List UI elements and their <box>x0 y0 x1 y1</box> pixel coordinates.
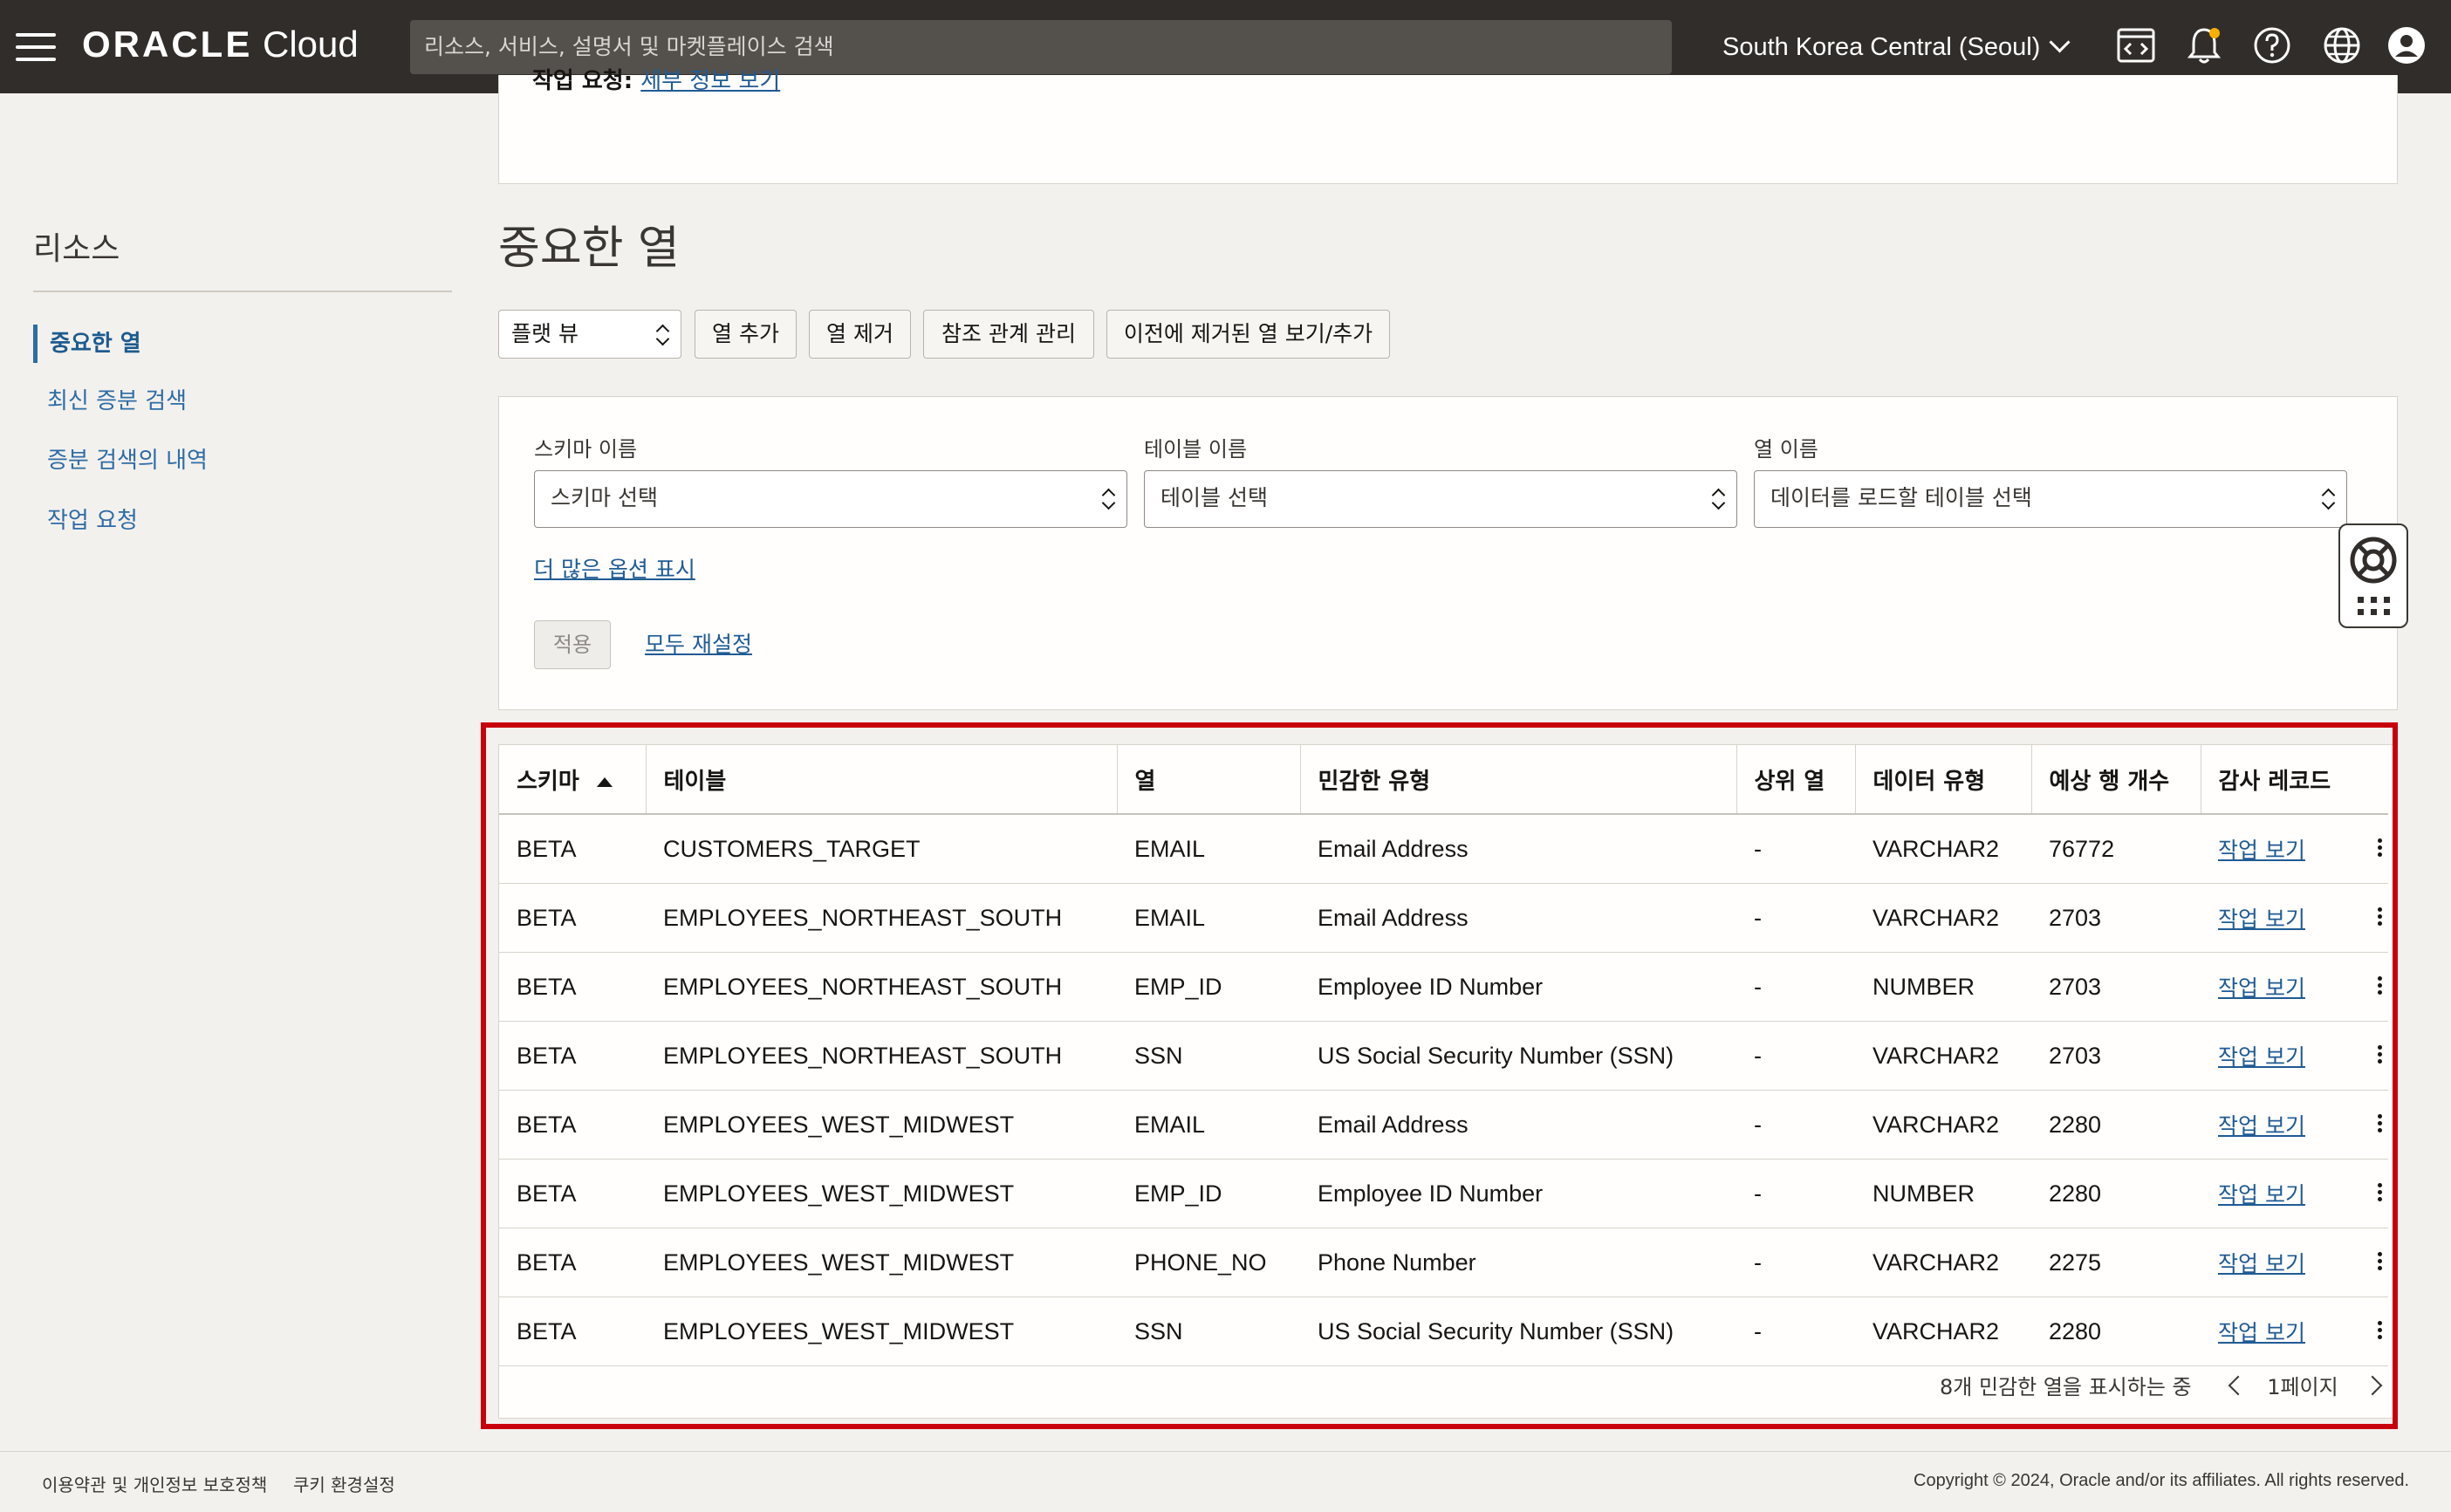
work-request-label: 작업 요청: <box>532 68 633 94</box>
work-request-link[interactable]: 세부 정보 보기 <box>640 68 780 94</box>
help-icon[interactable] <box>2251 24 2293 66</box>
region-selector[interactable]: South Korea Central (Seoul) <box>1722 31 2071 62</box>
table-filter-label: 테이블 이름 <box>1144 437 1248 462</box>
code-editor-icon[interactable] <box>2115 24 2157 66</box>
copyright-text: Copyright © 2024, Oracle and/or its affi… <box>1914 1471 2409 1490</box>
globe-icon[interactable] <box>2321 24 2363 66</box>
bell-icon[interactable] <box>2183 24 2225 66</box>
chevron-down-icon <box>2049 31 2071 53</box>
filter-panel: 스키마 이름 스키마 선택 테이블 이름 테이블 선택 열 이름 데이터를 로드… <box>498 396 2398 710</box>
help-widget[interactable] <box>2338 523 2408 628</box>
highlight-outline <box>481 722 2398 1429</box>
schema-filter-label: 스키마 이름 <box>534 437 638 462</box>
lifebuoy-icon <box>2350 537 2397 615</box>
cookie-preferences-link[interactable]: 쿠키 환경설정 <box>293 1471 395 1496</box>
work-request-line: 작업 요청: 세부 정보 보기 <box>532 63 780 95</box>
remove-column-button[interactable]: 열 제거 <box>809 310 911 359</box>
sidebar-divider <box>33 291 452 292</box>
more-options-link[interactable]: 더 많은 옵션 표시 <box>534 552 695 584</box>
hamburger-menu-icon[interactable] <box>16 33 56 61</box>
column-select-placeholder: 데이터를 로드할 테이블 선택 <box>1770 485 2032 510</box>
view-select[interactable]: 플랫 뷰 <box>498 310 681 359</box>
select-arrows-icon <box>1712 489 1724 510</box>
oracle-cloud-logo[interactable]: ORACLE Cloud <box>82 23 359 65</box>
column-filter-label: 열 이름 <box>1754 437 1818 462</box>
table-select-placeholder: 테이블 선택 <box>1160 485 1268 510</box>
sidebar-title: 리소스 <box>33 231 120 267</box>
select-arrows-icon <box>656 325 668 346</box>
reset-all-link[interactable]: 모두 재설정 <box>645 627 752 659</box>
sidebar-item-sensitive-columns[interactable]: 중요한 열 <box>33 325 141 363</box>
select-arrows-icon <box>2322 489 2334 510</box>
work-request-card: 작업 요청: 세부 정보 보기 <box>498 68 2398 184</box>
page-footer: 이용약관 및 개인정보 보호정책 쿠키 환경설정 Copyright © 202… <box>0 1451 2451 1512</box>
sidebar-item-latest-incremental-scan[interactable]: 최신 증분 검색 <box>35 382 187 421</box>
region-label: South Korea Central (Seoul) <box>1722 33 2041 61</box>
page-title: 중요한 열 <box>498 222 680 275</box>
terms-privacy-link[interactable]: 이용약관 및 개인정보 보호정책 <box>42 1471 267 1496</box>
select-arrows-icon <box>1102 489 1114 510</box>
apply-button[interactable]: 적용 <box>534 620 611 669</box>
schema-select[interactable]: 스키마 선택 <box>534 470 1127 528</box>
schema-select-placeholder: 스키마 선택 <box>551 485 658 510</box>
user-avatar-icon[interactable] <box>2386 24 2427 66</box>
column-select[interactable]: 데이터를 로드할 테이블 선택 <box>1754 470 2347 528</box>
table-select[interactable]: 테이블 선택 <box>1144 470 1737 528</box>
brand-cloud: Cloud <box>252 24 359 65</box>
sidebar-item-work-requests[interactable]: 작업 요청 <box>35 502 138 540</box>
sidebar-item-incremental-scan-history[interactable]: 증분 검색의 내역 <box>35 441 208 480</box>
brand-oracle: ORACLE <box>82 24 253 65</box>
view-select-value: 플랫 뷰 <box>511 321 579 346</box>
add-column-button[interactable]: 열 추가 <box>695 310 797 359</box>
manage-references-button[interactable]: 참조 관계 관리 <box>923 310 1094 359</box>
view-removed-columns-button[interactable]: 이전에 제거된 열 보기/추가 <box>1106 310 1390 359</box>
